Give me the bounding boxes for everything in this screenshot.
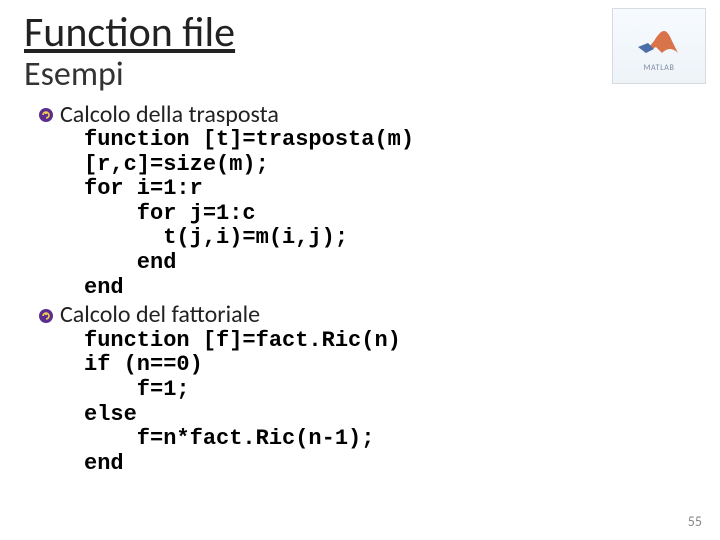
page-number: 55 [688,513,702,530]
slide: MATLAB Function file Esempi Calcolo dell… [0,0,720,540]
bullet-icon [38,308,54,324]
section-heading: Calcolo del fattoriale [60,302,260,328]
slide-subtitle: Esempi [24,56,696,93]
bullet-item: Calcolo del fattoriale [38,302,696,328]
bullet-icon [38,107,54,123]
matlab-logo: MATLAB [612,8,706,84]
section-heading: Calcolo della trasposta [60,102,279,128]
slide-title: Function file [24,10,696,56]
content-area: Calcolo della trasposta function [t]=tra… [38,102,696,477]
matlab-logo-icon [634,19,684,59]
code-block: function [f]=fact.Ric(n) if (n==0) f=1; … [84,329,696,477]
code-block: function [t]=trasposta(m) [r,c]=size(m);… [84,128,696,300]
logo-label: MATLAB [644,63,675,73]
bullet-item: Calcolo della trasposta [38,102,696,128]
